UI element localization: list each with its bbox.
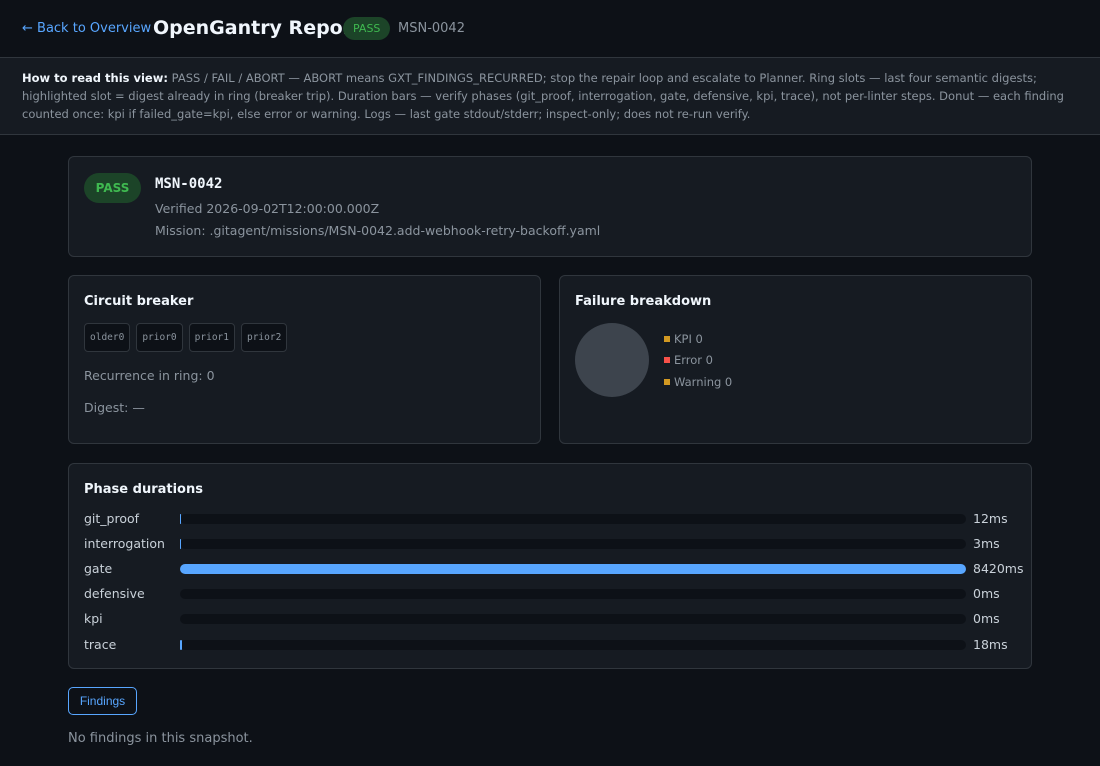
recurrence-count: Recurrence in ring: 0 [84,368,215,383]
ring-slot: prior0 [136,323,183,352]
phase-row: trace 18ms [84,637,1019,653]
verified-timestamp: Verified 2026-09-02T12:00:00.000Z [155,201,380,216]
pass-badge: PASS [84,173,141,203]
ring-slot: prior1 [188,323,235,352]
phase-bar-track [180,589,966,599]
legend-label: Error 0 [674,353,714,368]
digest-value: Digest: — [84,400,145,415]
phase-label: defensive [84,586,145,601]
mission-id: MSN-0042 [155,176,223,192]
phase-duration: 18ms [973,637,1008,652]
phase-duration: 12ms [973,511,1008,526]
mission-id-label: MSN-0042 [398,21,465,36]
legend-item-error: Error 0 [664,350,732,372]
phase-row: interrogation 3ms [84,536,1019,552]
phase-label: gate [84,561,113,576]
status-badge: PASS [343,17,391,40]
phase-label: interrogation [84,536,165,551]
findings-tab-button[interactable]: Findings [68,687,137,715]
ring-slot: older0 [84,323,131,352]
phase-duration: 8420ms [973,561,1024,576]
phase-row: kpi 0ms [84,611,1019,627]
phase-row: git_proof 12ms [84,511,1019,527]
phase-duration: 3ms [973,536,1000,551]
phase-durations-title: Phase durations [84,482,203,497]
legend-swatch [664,357,670,364]
help-text: PASS / FAIL / ABORT — ABORT means GXT_FI… [22,71,1064,121]
phase-bar-track [180,539,966,549]
failure-donut-chart [575,323,649,397]
legend-swatch [664,378,670,385]
legend-label: KPI 0 [674,331,703,346]
phase-label: kpi [84,611,103,626]
legend-item-warning: Warning 0 [664,371,732,393]
ring-slot: prior2 [240,323,288,352]
failure-breakdown-card: Failure breakdown KPI 0 Error 0 Warning … [559,275,1032,444]
top-bar: ← Back to Overview OpenGantry Report PAS… [0,0,1100,58]
donut-legend: KPI 0 Error 0 Warning 0 [664,328,732,393]
phase-bar-track [180,640,966,650]
legend-item-kpi: KPI 0 [664,328,732,350]
phase-row: defensive 0ms [84,586,1019,602]
phase-label: trace [84,637,117,652]
help-banner: How to read this view: PASS / FAIL / ABO… [0,58,1100,135]
phase-bar-fill [180,564,966,574]
page-title: OpenGantry Report [153,17,362,39]
ring-slots: older0 prior0 prior1 prior2 [84,323,288,352]
legend-label: Warning 0 [674,374,733,389]
phase-bar-track [180,514,966,524]
phase-bar-track [180,614,966,624]
phase-duration: 0ms [973,586,1000,601]
mission-path: Mission: .gitagent/missions/MSN-0042.add… [155,223,601,238]
findings-empty-message: No findings in this snapshot. [68,731,253,746]
legend-swatch [664,335,670,342]
phase-row: gate 8420ms [84,561,1024,577]
phase-duration: 0ms [973,611,1000,626]
phase-bar-fill [180,514,182,524]
phase-bar-fill [180,640,182,650]
circuit-breaker-title: Circuit breaker [84,294,194,309]
help-lead: How to read this view: [22,71,168,85]
back-to-overview-link[interactable]: ← Back to Overview [22,21,151,36]
phase-bar-track [180,564,966,574]
circuit-breaker-card: Circuit breaker older0 prior0 prior1 pri… [68,275,541,444]
phase-label: git_proof [84,511,140,526]
failure-breakdown-title: Failure breakdown [575,294,712,309]
phase-durations-card: Phase durations git_proof 12ms interroga… [68,463,1032,669]
summary-card: PASS MSN-0042 Verified 2026-09-02T12:00:… [68,156,1032,257]
